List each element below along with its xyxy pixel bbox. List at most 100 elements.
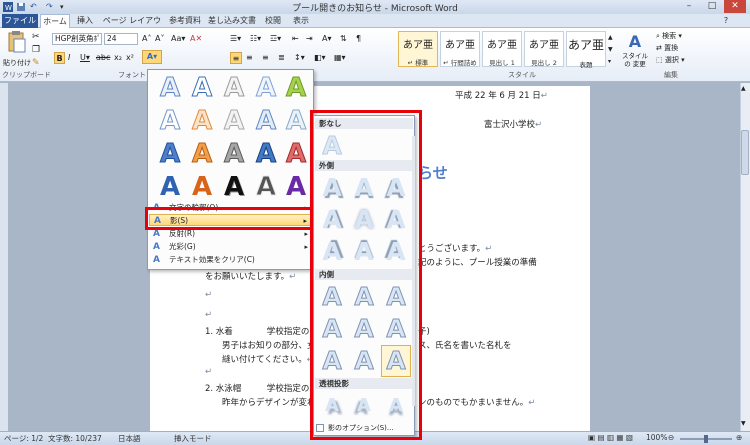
view-print-layout-icon[interactable]: ▣ ▤ ▥ ▦ ▧ — [588, 433, 633, 442]
strikethrough-button[interactable]: abc — [96, 52, 110, 64]
style-normal[interactable]: あア亜 ↵ 標準 — [398, 31, 438, 67]
close-button[interactable]: ✕ — [724, 0, 746, 13]
doc-line: とうございます。↵ — [418, 244, 493, 254]
show-marks-icon[interactable]: ¶ — [356, 33, 361, 45]
menu-glow[interactable]: A 光彩(G) ▸ — [149, 241, 312, 253]
scroll-down-icon[interactable]: ▼ — [741, 420, 746, 427]
status-language[interactable]: 日本語 — [118, 433, 141, 444]
font-name-combo[interactable]: HGP創英角ﾎﾟ — [52, 33, 102, 45]
status-page[interactable]: ページ: 1/2 — [4, 433, 43, 444]
effect-style-option[interactable]: A — [156, 105, 184, 137]
effect-style-option[interactable]: A — [282, 72, 310, 104]
grow-font-icon[interactable]: A˄ — [142, 33, 151, 45]
clear-format-icon[interactable]: A✕ — [190, 33, 202, 45]
change-styles-button[interactable]: A スタイルの 変更 — [620, 32, 650, 72]
border-icon[interactable]: ▦▾ — [334, 52, 346, 64]
select-button[interactable]: ⬚ 選択 ▾ — [656, 54, 685, 66]
status-insert-mode[interactable]: 挿入モード — [174, 433, 212, 444]
bullets-icon[interactable]: ☰▾ — [230, 33, 241, 45]
increase-indent-icon[interactable]: ⇥ — [306, 33, 313, 45]
tab-file[interactable]: ファイル — [2, 14, 38, 28]
tab-mailings[interactable]: 差し込み文書 — [206, 14, 258, 28]
align-right-icon[interactable]: ≡ — [246, 52, 253, 64]
shrink-font-icon[interactable]: A˅ — [155, 33, 164, 45]
bold-button[interactable]: B — [54, 52, 65, 64]
search-button[interactable]: ⌕ 検索 ▾ — [656, 30, 682, 42]
paste-label: 貼り付け — [3, 59, 31, 67]
align-center-button[interactable]: ≡ — [230, 52, 242, 64]
effect-style-option[interactable]: A — [252, 105, 280, 137]
shading-icon[interactable]: ◧▾ — [314, 52, 326, 64]
effect-style-option[interactable]: A — [188, 171, 216, 203]
tab-view[interactable]: 表示 — [288, 14, 314, 28]
cut-icon[interactable]: ✂ — [32, 31, 40, 43]
effect-style-option[interactable]: A — [252, 72, 280, 104]
style-title[interactable]: あア亜 表題 — [566, 31, 606, 69]
text-effects-button[interactable]: A▾ — [142, 50, 162, 64]
status-word-count[interactable]: 文字数: 10/237 — [48, 433, 102, 444]
doc-title: らせ — [418, 164, 448, 182]
effect-style-option[interactable]: A — [188, 72, 216, 104]
copy-icon[interactable]: ❐ — [32, 44, 40, 56]
doc-line: 2. 水泳帽 学校指定の — [205, 384, 310, 394]
select-icon: ⬚ — [656, 56, 663, 64]
sort-icon[interactable]: ⇅ — [340, 33, 347, 45]
window-title: プール開きのお知らせ - Microsoft Word — [292, 4, 458, 14]
subscript-button[interactable]: x₂ — [114, 52, 122, 64]
effect-style-option[interactable]: A — [156, 72, 184, 104]
tab-review[interactable]: 校閲 — [260, 14, 286, 28]
effect-style-option[interactable]: A — [188, 138, 216, 170]
style-heading-1[interactable]: あア亜 見出し 1 — [482, 31, 522, 67]
effect-style-option[interactable]: A — [220, 171, 248, 203]
effect-style-option[interactable]: A — [252, 138, 280, 170]
clipboard-group-label: クリップボード — [2, 71, 51, 79]
zoom-in-icon[interactable]: ⊕ — [736, 433, 742, 442]
menu-clear-effects[interactable]: A テキスト効果をクリア(C) — [149, 254, 312, 266]
font-size-combo[interactable]: 24 — [104, 33, 138, 45]
effect-style-option[interactable]: A — [220, 105, 248, 137]
scroll-up-icon[interactable]: ▲ — [741, 85, 746, 92]
effect-style-option[interactable]: A — [156, 138, 184, 170]
zoom-level[interactable]: 100% — [646, 433, 667, 442]
title-bar: W ↶ ↷ ▾ プール開きのお知らせ - Microsoft Word – □ … — [0, 0, 750, 14]
tab-home[interactable]: ホーム — [40, 14, 70, 28]
style-heading-2[interactable]: あア亜 見出し 2 — [524, 31, 564, 67]
justify-icon[interactable]: ≡ — [262, 52, 269, 64]
multilevel-icon[interactable]: ☲▾ — [270, 33, 281, 45]
styles-scroll-up-icon[interactable]: ▲ — [608, 32, 613, 44]
effect-style-option[interactable]: A — [282, 171, 310, 203]
numbering-icon[interactable]: ☷▾ — [250, 33, 261, 45]
asian-layout-icon[interactable]: A▾ — [322, 33, 332, 45]
format-painter-icon[interactable]: ✎ — [32, 57, 40, 69]
change-case-icon[interactable]: Aa▾ — [171, 33, 185, 45]
distributed-icon[interactable]: ≣ — [278, 52, 285, 64]
tab-references[interactable]: 参考資料 — [166, 14, 204, 28]
maximize-button[interactable]: □ — [701, 0, 723, 13]
effect-style-option[interactable]: A — [220, 72, 248, 104]
replace-button[interactable]: ⇄ 置換 — [656, 42, 678, 54]
superscript-button[interactable]: x² — [126, 52, 134, 64]
ribbon-tabs: ファイル ホーム 挿入 ページ レイアウト 参考資料 差し込み文書 校閲 表示 … — [0, 14, 750, 39]
decrease-indent-icon[interactable]: ⇤ — [292, 33, 299, 45]
minimize-button[interactable]: – — [678, 0, 700, 13]
zoom-slider-thumb[interactable] — [704, 435, 708, 443]
styles-scroll-down-icon[interactable]: ▼ — [608, 44, 613, 56]
effect-style-option[interactable]: A — [252, 171, 280, 203]
styles-more-icon[interactable]: ▾ — [608, 56, 611, 68]
effect-style-option[interactable]: A — [282, 138, 310, 170]
style-no-spacing[interactable]: あア亜 ↵ 行間詰め — [440, 31, 480, 67]
paste-button[interactable] — [4, 31, 28, 57]
italic-button[interactable]: I — [68, 52, 70, 64]
underline-button[interactable]: U▾ — [80, 52, 90, 64]
tab-page-layout[interactable]: ページ レイアウト — [100, 14, 164, 39]
tab-insert[interactable]: 挿入 — [72, 14, 98, 28]
help-icon[interactable]: ? — [720, 14, 732, 28]
effect-style-option[interactable]: A — [188, 105, 216, 137]
zoom-out-icon[interactable]: ⊖ — [668, 433, 674, 442]
effect-style-option[interactable]: A — [156, 171, 184, 203]
effect-style-option[interactable]: A — [220, 138, 248, 170]
scrollbar-thumb[interactable] — [741, 130, 749, 175]
line-spacing-icon[interactable]: ↕▾ — [294, 52, 305, 64]
replace-icon: ⇄ — [656, 44, 662, 52]
effect-style-option[interactable]: A — [282, 105, 310, 137]
